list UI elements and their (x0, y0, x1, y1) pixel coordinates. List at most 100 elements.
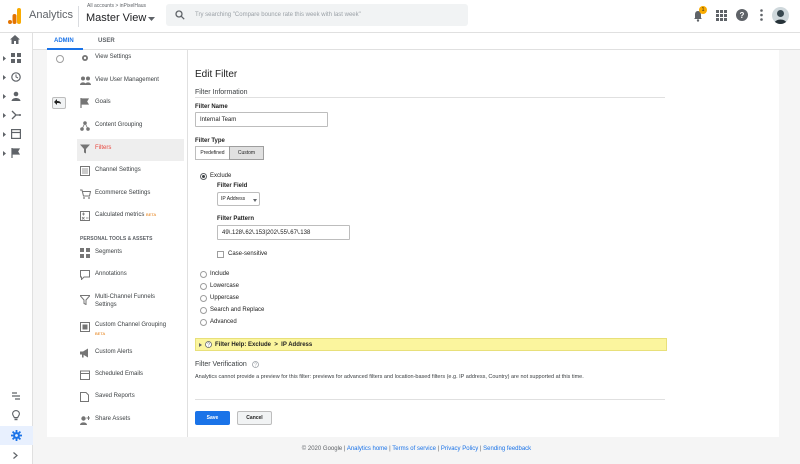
advanced-radio[interactable] (200, 319, 207, 326)
uppercase-radio[interactable] (200, 295, 207, 302)
nav-item-scheduled-emails[interactable]: Scheduled Emails (77, 365, 184, 387)
nav-label-active: Filters (95, 145, 112, 151)
section-heading: Filter Information (195, 89, 248, 96)
panel-divider (187, 50, 188, 437)
nav-item-custom-alerts[interactable]: Custom Alerts (77, 343, 184, 365)
tab-admin[interactable]: ADMIN (54, 38, 74, 44)
uppercase-label: Uppercase (210, 295, 240, 301)
nav-label: Goals (95, 99, 111, 105)
nav-label: Custom Channel Grouping (95, 322, 167, 328)
nav-label: View Settings (95, 54, 132, 60)
nav-item-saved-reports[interactable]: Saved Reports (77, 387, 184, 409)
filter-pattern-input[interactable]: 49\.128\.62\.153|202\.55\.67\.138 (217, 225, 350, 240)
footer-link-terms[interactable]: Terms of service (392, 446, 436, 452)
cart-icon (80, 189, 91, 199)
audience-person-icon[interactable] (11, 91, 21, 101)
expand-caret-icon[interactable] (3, 151, 6, 156)
footer-link-feedback[interactable]: Sending feedback (483, 446, 531, 452)
svg-text:?: ? (207, 343, 210, 349)
expand-caret-icon[interactable] (3, 94, 6, 99)
more-vert-icon[interactable] (760, 9, 763, 21)
type-predefined-button[interactable]: Predefined (195, 146, 230, 160)
acquisition-icon[interactable] (11, 110, 21, 120)
attribution-icon[interactable] (11, 391, 21, 401)
filter-name-value: Internal Team (200, 117, 237, 123)
nav-label: Scheduled Emails (95, 371, 144, 377)
home-icon[interactable] (10, 35, 20, 44)
back-arrow-icon (54, 99, 61, 105)
nav-label-text: Calculated metrics (95, 212, 145, 218)
nav-label: Multi-Channel Funnels (95, 294, 156, 300)
behavior-icon[interactable] (11, 129, 21, 139)
expand-caret-icon[interactable] (3, 75, 6, 80)
channel-icon (80, 166, 90, 176)
case-sensitive-checkbox[interactable] (217, 251, 224, 258)
breadcrumb[interactable]: All accounts > inPixelHaus (87, 4, 146, 9)
nav-item-annotations[interactable]: Annotations (77, 265, 184, 287)
lowercase-radio[interactable] (200, 283, 207, 290)
exclude-label: Exclude (210, 173, 232, 179)
nav-item-view-user-management[interactable]: View User Management (77, 71, 184, 93)
nav-item-content-grouping[interactable]: Content Grouping (77, 116, 184, 138)
section-title: PERSONAL TOOLS & ASSETS (80, 236, 153, 242)
verification-text: Analytics cannot provide a preview for t… (195, 374, 584, 380)
nav-item-multi-channel-funnels[interactable]: Multi-Channel Funnels Settings (77, 287, 184, 313)
funnel-icon (80, 295, 90, 305)
nav-item-goals[interactable]: Goals (77, 93, 184, 115)
conversions-flag-icon[interactable] (11, 148, 21, 158)
search-bar[interactable]: Try searching "Compare bounce rate this … (166, 4, 468, 26)
search-replace-radio[interactable] (200, 307, 207, 314)
section-divider (195, 97, 665, 98)
search-icon (175, 10, 185, 20)
filter-pattern-label: Filter Pattern (217, 216, 255, 222)
avatar[interactable] (772, 7, 789, 24)
nav-item-calculated-metrics[interactable]: Calculated metrics BETA (77, 206, 184, 228)
gear-icon (80, 53, 90, 63)
footer-link-privacy[interactable]: Privacy Policy (441, 446, 478, 452)
help-circle-icon[interactable]: ? (252, 361, 259, 368)
exclude-radio[interactable] (200, 173, 207, 180)
apps-grid-icon[interactable] (716, 10, 727, 21)
footer-link-analytics-home[interactable]: Analytics home (347, 446, 388, 452)
back-button[interactable] (52, 97, 66, 109)
analytics-logo-icon[interactable] (8, 8, 22, 24)
admin-tabs-bar: ADMIN USER (33, 33, 800, 50)
nav-item-ecommerce-settings[interactable]: Ecommerce Settings (77, 184, 184, 206)
nav-label: Saved Reports (95, 393, 135, 399)
filter-name-input[interactable]: Internal Team (195, 112, 328, 127)
filter-field-value: IP Address (221, 196, 246, 202)
nav-label: Ecommerce Settings (95, 190, 151, 196)
nav-label-line2: Settings (95, 302, 117, 308)
nav-item-custom-channel-grouping[interactable]: Custom Channel Grouping BETA (77, 316, 184, 342)
app-name: Analytics (29, 9, 74, 21)
nav-item-view-settings[interactable]: View Settings (77, 50, 184, 68)
save-button[interactable]: Save (195, 411, 230, 425)
include-radio[interactable] (200, 271, 207, 278)
expand-caret-icon[interactable] (3, 113, 6, 118)
chevron-down-icon (148, 17, 155, 22)
view-selector[interactable]: Master View (86, 11, 166, 27)
nav-item-share-assets[interactable]: Share Assets (77, 410, 184, 432)
nav-item-channel-settings[interactable]: Channel Settings (77, 161, 184, 183)
expand-caret-icon[interactable] (3, 132, 6, 137)
nav-item-filters[interactable]: Filters (77, 139, 184, 161)
beta-badge: BETA (146, 212, 157, 217)
nav-label: Content Grouping (95, 122, 143, 128)
realtime-clock-icon[interactable] (11, 72, 21, 82)
expand-sidebar-icon[interactable] (13, 452, 18, 459)
nav-label: Calculated metrics BETA (95, 212, 156, 218)
tab-user[interactable]: USER (98, 38, 115, 44)
nav-item-segments[interactable]: Segments (77, 243, 184, 265)
top-bar: Analytics All accounts > inPixelHaus Mas… (0, 0, 800, 33)
customization-icon[interactable] (11, 53, 21, 63)
filter-help-bar[interactable]: ? Filter Help: Exclude > IP Address (195, 338, 667, 351)
filter-field-select[interactable]: IP Address (217, 192, 260, 206)
expand-caret-icon[interactable] (3, 56, 6, 61)
discover-lightbulb-icon[interactable] (12, 410, 20, 421)
annotations-icon (80, 270, 90, 280)
filter-name-label: Filter Name (195, 104, 228, 110)
type-custom-button[interactable]: Custom (229, 146, 264, 160)
cancel-button[interactable]: Cancel (237, 411, 272, 425)
help-icon[interactable]: ? (736, 9, 748, 21)
admin-gear-icon[interactable] (11, 430, 22, 441)
